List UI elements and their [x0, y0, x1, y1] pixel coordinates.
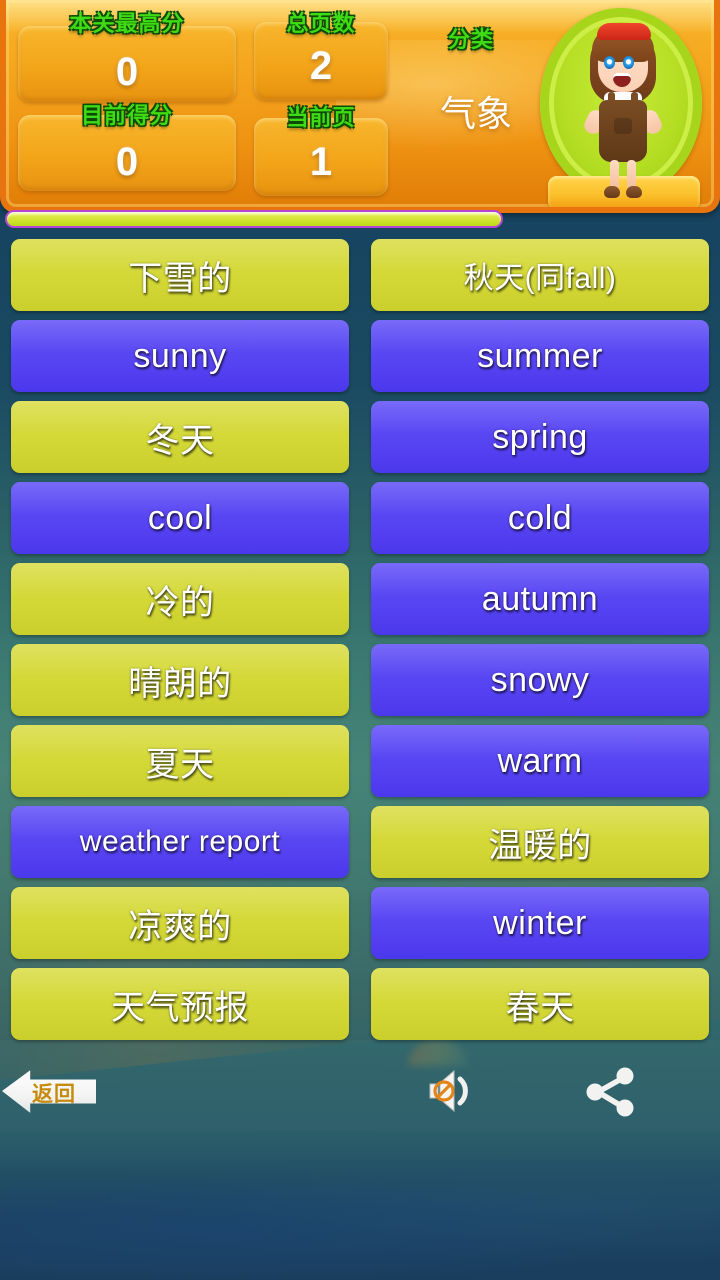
word-card-label: 凉爽的 — [128, 907, 232, 946]
word-card[interactable]: spring — [371, 401, 709, 473]
word-card-label: spring — [492, 417, 588, 456]
word-card[interactable]: warm — [371, 725, 709, 797]
best-score-label: 本关最高分 — [69, 11, 185, 36]
word-card-label: snowy — [490, 660, 590, 699]
avatar — [522, 0, 714, 207]
bottom-toolbar: 返回 — [0, 1049, 720, 1149]
word-card-label: 夏天 — [145, 745, 215, 784]
word-card-label: warm — [497, 741, 583, 780]
word-card[interactable]: 冷的 — [11, 563, 349, 635]
word-card[interactable]: cool — [11, 482, 349, 554]
word-card-board: 下雪的 sunny 冬天 cool 冷的晴朗的夏天 weather report 凉爽的天气… — [0, 239, 720, 1049]
word-card[interactable]: snowy — [371, 644, 709, 716]
total-pages-label: 总页数 — [286, 11, 356, 36]
word-card-label: winter — [493, 903, 587, 942]
word-card-label: autumn — [481, 579, 599, 618]
word-card-label: 天气预报 — [111, 988, 249, 1027]
back-button[interactable]: 返回 — [2, 1065, 96, 1117]
best-score-value: 0 — [115, 50, 139, 94]
word-card-label: 秋天(同fall) — [463, 262, 617, 295]
word-card-label: 冷的 — [145, 583, 215, 622]
back-button-label: 返回 — [32, 1083, 76, 1106]
current-score-label: 目前得分 — [80, 103, 173, 128]
word-card[interactable]: 天气预报 — [11, 968, 349, 1040]
word-card-label: 晴朗的 — [128, 664, 232, 703]
current-score-value: 0 — [115, 140, 139, 184]
word-card[interactable]: 春天 — [371, 968, 709, 1040]
hud-panel: 本关最高分 0 目前得分 0 总页数 2 当前页 1 分类 气象 — [0, 0, 720, 213]
word-card-label: 春天 — [505, 988, 575, 1027]
current-page-label: 当前页 — [286, 105, 356, 130]
total-pages-value: 2 — [309, 44, 333, 88]
word-card[interactable]: winter — [371, 887, 709, 959]
word-card[interactable]: cold — [371, 482, 709, 554]
word-card[interactable]: 冬天 — [11, 401, 349, 473]
girl-character-icon — [581, 18, 665, 204]
word-card-label: summer — [477, 336, 603, 375]
current-page-value: 1 — [309, 140, 333, 184]
word-card[interactable]: autumn — [371, 563, 709, 635]
word-card[interactable]: summer — [371, 320, 709, 392]
right-card-column: 秋天(同fall) summer spring cold autumn snowy warm… — [371, 239, 709, 1049]
word-card[interactable]: 温暖的 — [371, 806, 709, 878]
word-card-label: cool — [147, 498, 213, 537]
word-card-label: 下雪的 — [128, 259, 232, 298]
word-card-label: 温暖的 — [488, 826, 592, 865]
word-card-label: sunny — [133, 336, 227, 375]
share-icon — [586, 1067, 634, 1117]
word-card[interactable]: weather report — [11, 806, 349, 878]
word-card-label: cold — [507, 498, 573, 537]
word-card-label: weather report — [79, 825, 281, 858]
word-card[interactable]: 下雪的 — [11, 239, 349, 311]
left-card-column: 下雪的 sunny 冬天 cool 冷的晴朗的夏天 weather report 凉爽的天气… — [11, 239, 349, 1049]
word-card[interactable]: 夏天 — [11, 725, 349, 797]
background-sea — [0, 1130, 720, 1280]
word-card[interactable]: 晴朗的 — [11, 644, 349, 716]
word-card-label: 冬天 — [145, 421, 215, 460]
word-card[interactable]: 凉爽的 — [11, 887, 349, 959]
word-card[interactable]: sunny — [11, 320, 349, 392]
sound-toggle-button[interactable] — [422, 1063, 480, 1119]
progress-bar — [5, 210, 503, 228]
share-button[interactable] — [580, 1063, 640, 1121]
word-card[interactable]: 秋天(同fall) — [371, 239, 709, 311]
speaker-muted-icon — [429, 1069, 468, 1113]
